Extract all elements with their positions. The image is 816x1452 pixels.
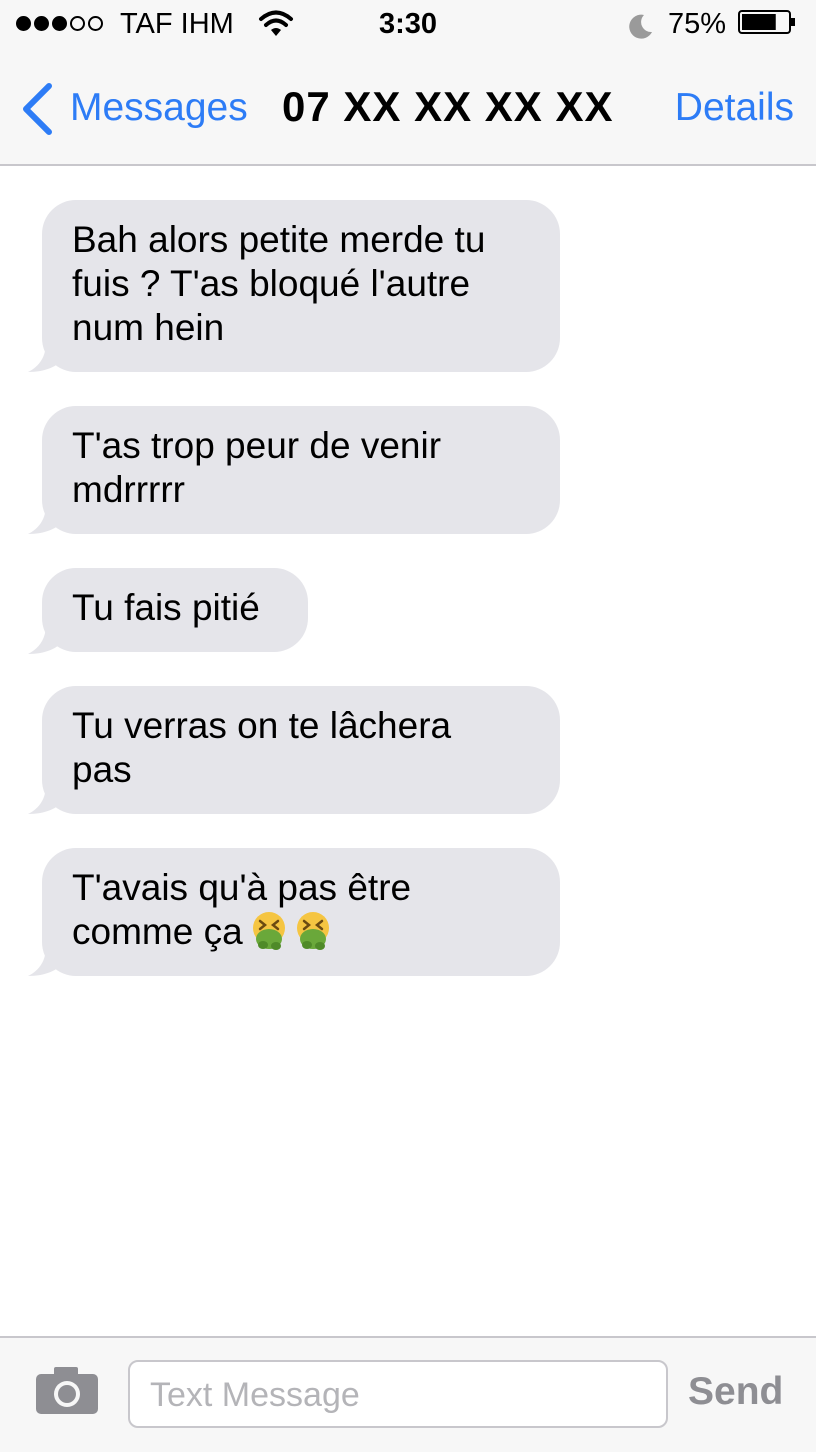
incoming-message-bubble[interactable]: T'avais qu'à pas être comme ça (42, 848, 560, 976)
message-input-bar: Text Message Send (0, 1336, 816, 1452)
moon-icon (629, 14, 652, 39)
signal-strength-icon (16, 16, 103, 31)
battery-percentage: 75% (668, 8, 727, 40)
send-button[interactable]: Send (688, 1370, 783, 1414)
status-bar: TAF IHM 3:30 75% (0, 0, 816, 50)
incoming-message-bubble[interactable]: Bah alors petite merde tu fuis ? T'as bl… (42, 200, 560, 372)
vomiting-face-icon (296, 912, 329, 950)
message-text-field[interactable]: Text Message (128, 1360, 668, 1428)
chevron-left-icon[interactable] (18, 82, 56, 136)
message-thread[interactable]: Bah alors petite merde tu fuis ? T'as bl… (0, 166, 816, 1336)
message-text: T'avais qu'à pas être comme ça (72, 867, 412, 952)
incoming-message-bubble[interactable]: T'as trop peur de venir mdrrrrr (42, 406, 560, 534)
incoming-message-bubble[interactable]: Tu fais pitié (42, 568, 308, 652)
carrier-name: TAF IHM (120, 8, 234, 40)
wifi-icon (259, 10, 293, 36)
clock: 3:30 (378, 8, 438, 40)
back-button[interactable]: Messages (70, 86, 248, 130)
text-field-placeholder: Text Message (150, 1376, 360, 1414)
navigation-bar: Messages 07 XX XX XX XX Details (0, 50, 816, 166)
incoming-message-bubble[interactable]: Tu verras on te lâchera pas (42, 686, 560, 814)
camera-icon[interactable] (34, 1364, 100, 1416)
details-button[interactable]: Details (675, 86, 794, 130)
conversation-title: 07 XX XX XX XX (282, 83, 614, 130)
vomiting-face-icon (252, 912, 285, 950)
battery-icon (738, 10, 795, 34)
